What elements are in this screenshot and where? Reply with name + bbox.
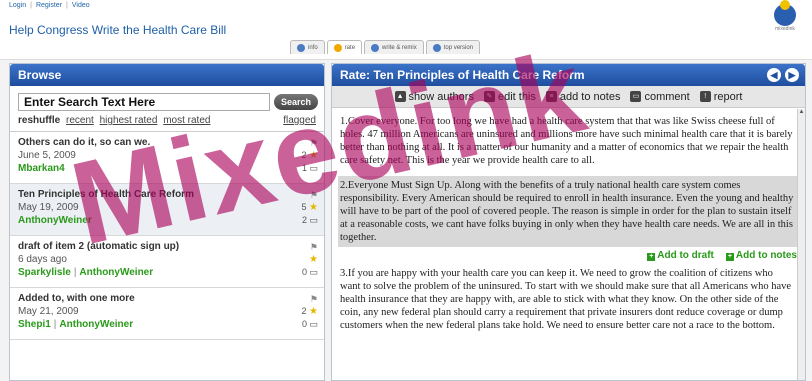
mixedink-logo[interactable]: mixedink [770,0,800,40]
flag-icon[interactable]: ⚑ [310,242,318,252]
comment-icon: ▭ [309,163,318,173]
content-scrollbar[interactable]: ▲ [797,109,805,380]
tab-rate[interactable]: rate [326,40,363,54]
item-stats: ⚑ ★ 0 ▭ [301,242,318,277]
show-authors-button[interactable]: ▲ show authors [394,91,474,103]
paragraph-highlighted[interactable]: 2.Everyone Must Sign Up. Along with the … [338,176,797,247]
author-link[interactable]: Sparkylisle [18,267,71,278]
sort-most-rated[interactable]: most rated [163,115,210,126]
flag-icon[interactable]: ⚑ [310,138,318,148]
info-icon [297,43,305,52]
top-bar: Login | Register | Video Help Congress Write… [0,0,812,60]
comment-icon: ▭ [630,91,642,102]
top-version-icon [432,43,441,52]
list-item[interactable]: Others can do it, so can we. June 5, 200… [10,132,324,184]
paragraph[interactable]: 1.Cover everyone. For too long we have h… [338,112,797,170]
paragraph[interactable]: 3.If you are happy with your health care… [338,264,797,335]
rate-title: Rate: Ten Principles of Health Care Refo… [340,68,585,82]
tab-top-version[interactable]: top version [425,40,481,54]
comment-icon: ▭ [309,267,318,277]
warning-icon: ! [699,91,711,102]
document-content: 1.Cover everyone. For too long we have h… [332,108,805,381]
video-link[interactable]: Video [72,2,90,9]
edit-this-button[interactable]: ✎ edit this [483,91,536,103]
prev-arrow-icon[interactable]: ◀ [767,68,781,82]
top-links: Login | Register | Video [9,2,90,9]
add-to-draft-link[interactable]: + Add to draft [647,249,714,262]
flagged-link[interactable]: flagged [283,115,316,126]
sort-highest-rated[interactable]: highest rated [100,115,158,126]
list-item[interactable]: Ten Principles of Health Care Reform May… [10,184,324,236]
sort-row: reshuffle recent highest rated most rate… [10,114,324,132]
item-stats: ⚑ 2 ★ 0 ▭ [301,294,319,329]
plus-icon: + [647,253,656,261]
star-icon: ★ [309,306,318,317]
pencil-icon: ✎ [483,91,495,102]
item-stats: ⚑ 5 ★ 2 ▭ [301,190,319,225]
author-link[interactable]: Mbarkan4 [18,163,65,174]
main-tabs: info rate write & remix top version [290,40,482,54]
login-link[interactable]: Login [9,2,26,9]
notes-icon: ≡ [545,91,557,102]
tab-write-remix[interactable]: write & remix [364,40,424,54]
tab-info[interactable]: info [290,40,325,54]
list-item[interactable]: draft of item 2 (automatic sign up) 6 da… [10,236,324,288]
rate-panel: Rate: Ten Principles of Health Care Refo… [331,63,806,381]
flag-icon[interactable]: ⚑ [310,294,318,304]
list-item[interactable]: Added to, with one more May 21, 2009 She… [10,288,324,340]
report-button[interactable]: ! report [699,91,742,103]
plus-icon: + [725,253,734,261]
comment-button[interactable]: ▭ comment [630,91,690,103]
author-link[interactable]: AnthonyWeiner [18,215,92,226]
star-icon: ★ [309,254,318,265]
star-icon: ★ [309,150,318,161]
browse-panel: Browse Enter Search Text Here Search res… [9,63,325,381]
browse-header: Browse [10,64,324,86]
author-link[interactable]: Shepi1 [18,319,51,330]
search-row: Enter Search Text Here Search [10,86,324,114]
flag-icon[interactable]: ⚑ [310,190,318,200]
authors-icon: ▲ [394,91,406,102]
comment-icon: ▭ [309,319,318,329]
search-button[interactable]: Search [274,94,318,110]
item-stats: ⚑ 2 ★ 1 ▭ [301,138,319,173]
rate-toolbar: ▲ show authors ✎ edit this ≡ add to notes ▭… [332,86,805,108]
app-title: Help Congress Write the Health Care Bill [9,23,227,37]
write-icon [371,43,380,52]
rate-icon [333,43,342,52]
author-link[interactable]: AnthonyWeiner [79,267,153,278]
register-link[interactable]: Register [36,2,62,9]
rate-header: Rate: Ten Principles of Health Care Refo… [332,64,805,86]
add-to-notes-button[interactable]: ≡ add to notes [545,91,620,103]
author-link[interactable]: AnthonyWeiner [59,319,133,330]
scroll-up-icon[interactable]: ▲ [798,109,805,115]
sort-recent[interactable]: recent [66,115,94,126]
star-icon: ★ [309,202,318,213]
reshuffle-link[interactable]: reshuffle [18,115,60,126]
add-to-notes-link[interactable]: + Add to notes [725,249,797,262]
search-input[interactable]: Enter Search Text Here [18,93,270,111]
logo-icon [774,0,796,26]
comment-icon: ▭ [309,215,318,225]
next-arrow-icon[interactable]: ▶ [785,68,799,82]
paragraph-actions: + Add to draft + Add to notes [338,249,797,262]
